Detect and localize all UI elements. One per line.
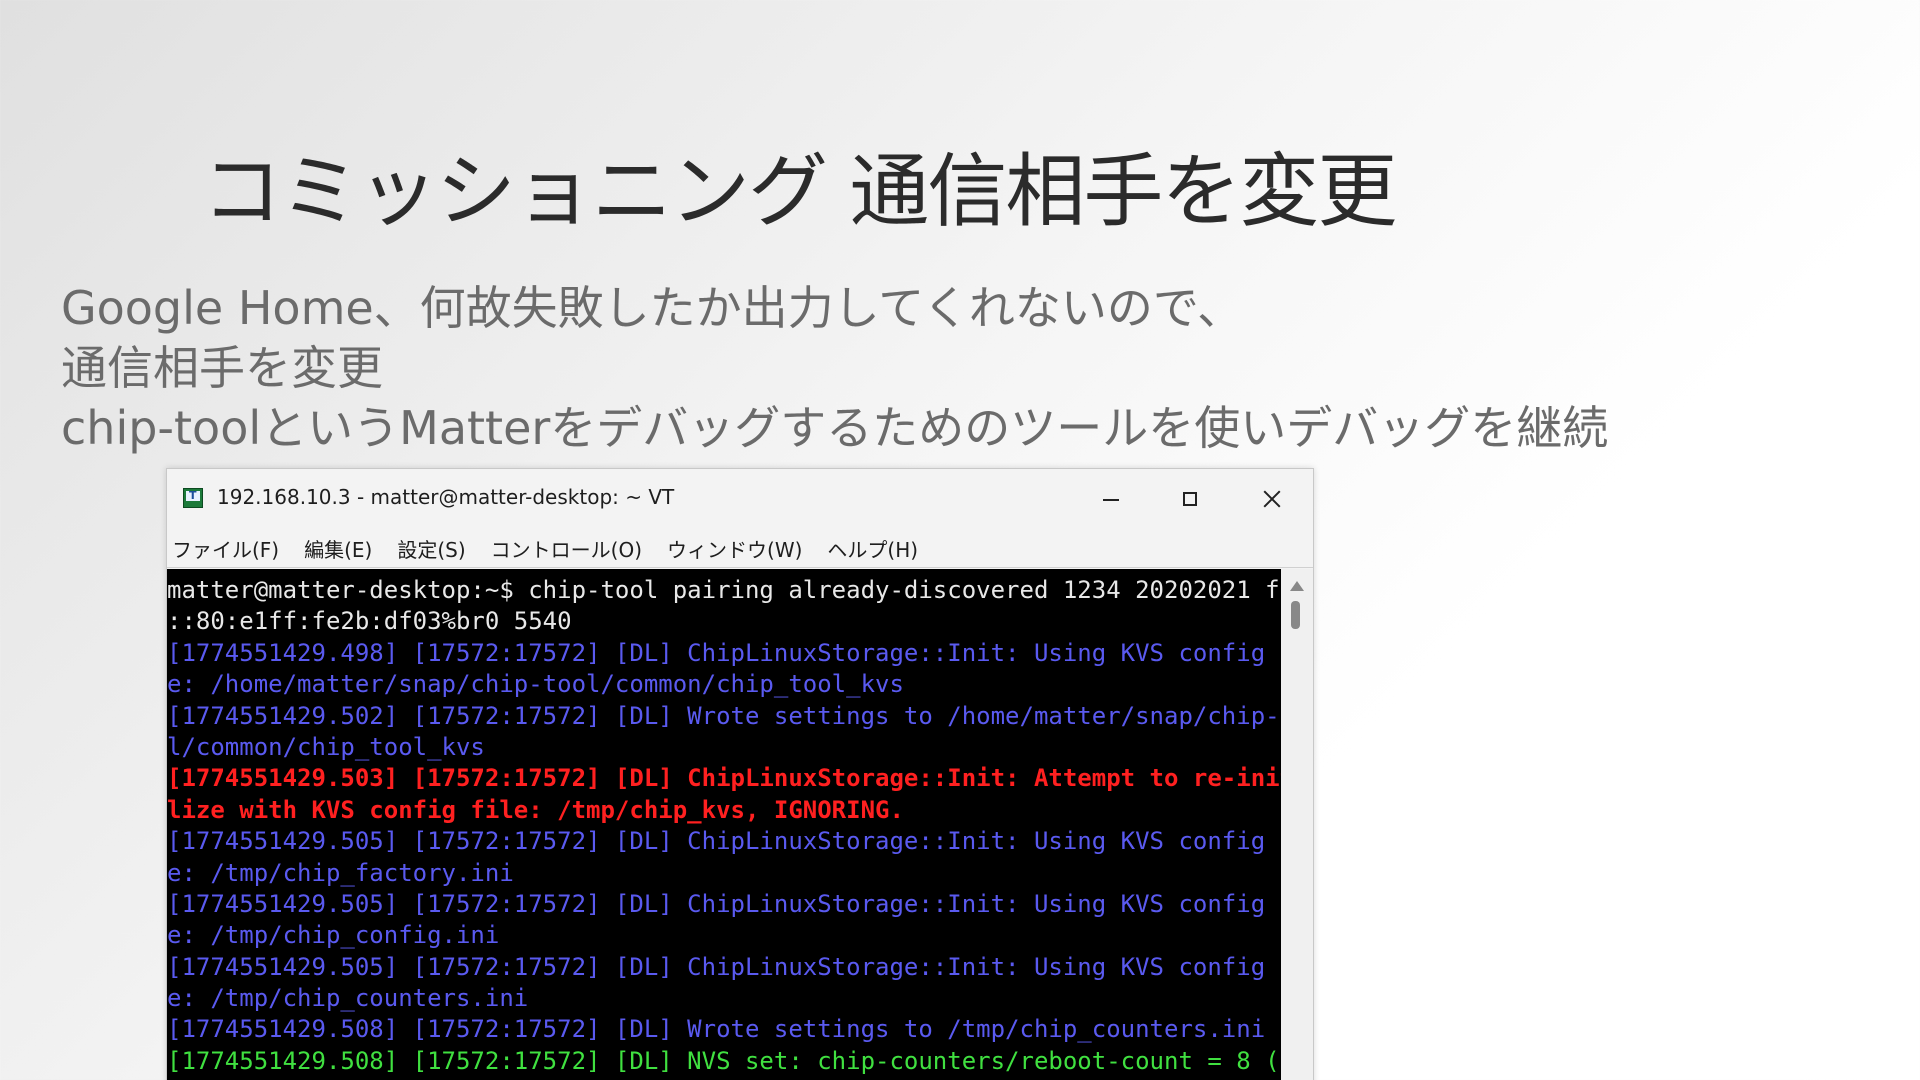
terminal-line: l/common/chip_tool_kvs — [167, 732, 485, 761]
terminal-line: [1774551429.502] [17572:17572] [DL] Wrot… — [167, 701, 1281, 730]
teraterm-app-icon[interactable] — [183, 488, 203, 508]
menu-edit[interactable]: 編集(E) — [304, 534, 372, 563]
terminal-line: [1774551429.498] [17572:17572] [DL] Chip… — [167, 638, 1281, 667]
terminal-line: matter@matter-desktop:~$ chip-tool pairi… — [167, 576, 1281, 604]
menu-settings[interactable]: 設定(S) — [397, 534, 465, 563]
body-line-3: chip-toolというMatterをデバッグするためのツールを使いデバッグを継… — [61, 401, 1609, 455]
terminal-line: [1774551429.508] [17572:17572] [DL] NVS … — [167, 1046, 1281, 1075]
menu-window[interactable]: ウィンドウ(W) — [667, 534, 802, 563]
menu-help[interactable]: ヘルプ(H) — [827, 534, 918, 563]
minimize-icon[interactable] — [1083, 479, 1139, 519]
body-line-1: Google Home、何故失敗したか出力してくれないので、 — [61, 281, 1244, 335]
slide-body: Google Home、何故失敗したか出力してくれないので、 通信相手を変更 c… — [61, 278, 1881, 458]
terminal-line: [1774551429.503] [17572:17572] [DL] Chip… — [167, 764, 1281, 793]
scroll-up-icon[interactable] — [1290, 581, 1304, 591]
terminal-lines: matter@matter-desktop:~$ chip-tool pairi… — [167, 569, 1281, 1077]
terminal-line: [1774551429.505] [17572:17572] [DL] Chip… — [167, 889, 1281, 918]
terminal-line: e: /home/matter/snap/chip-tool/common/ch… — [167, 670, 904, 699]
terminal-line: e: /tmp/chip_config.ini — [167, 921, 500, 950]
terminal-line: lize with KVS config file: /tmp/chip_kvs… — [167, 795, 904, 824]
terminal-window[interactable]: 192.168.10.3 - matter@matter-desktop: ~ … — [166, 468, 1314, 1080]
slide-title: コミッショニング 通信相手を変更 — [202, 145, 1397, 238]
menu-file[interactable]: ファイル(F) — [172, 534, 279, 563]
terminal-menubar: ファイル(F) 編集(E) 設定(S) コントロール(O) ウィンドウ(W) ヘ… — [167, 529, 1313, 568]
terminal-output[interactable]: matter@matter-desktop:~$ chip-tool pairi… — [167, 569, 1281, 1080]
terminal-line: ::80:e1ff:fe2b:df03%br0 5540 — [167, 607, 572, 636]
terminal-line: [1774551429.508] [17572:17572] [DL] Wrot… — [167, 1015, 1266, 1044]
terminal-line: e: /tmp/chip_counters.ini — [167, 984, 529, 1013]
menu-control[interactable]: コントロール(O) — [491, 534, 642, 563]
body-line-2: 通信相手を変更 — [61, 341, 383, 395]
maximize-icon[interactable] — [1163, 479, 1219, 519]
terminal-line: e: /tmp/chip_factory.ini — [167, 858, 514, 887]
terminal-line: [1774551429.505] [17572:17572] [DL] Chip… — [167, 827, 1281, 856]
terminal-scrollbar[interactable] — [1281, 569, 1313, 1080]
terminal-window-title: 192.168.10.3 - matter@matter-desktop: ~ … — [217, 485, 675, 509]
close-icon[interactable] — [1243, 479, 1299, 519]
terminal-line: [1774551429.505] [17572:17572] [DL] Chip… — [167, 952, 1281, 981]
terminal-titlebar[interactable]: 192.168.10.3 - matter@matter-desktop: ~ … — [167, 469, 1313, 529]
scroll-thumb[interactable] — [1291, 601, 1300, 629]
